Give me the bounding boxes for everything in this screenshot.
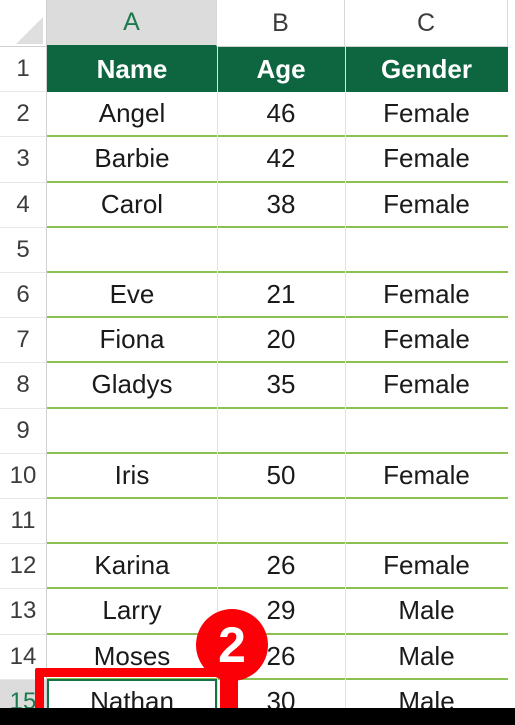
table-row: Angel 46 Female	[47, 92, 508, 138]
cell-B1[interactable]: Age	[217, 47, 345, 92]
cell-B3[interactable]: 42	[217, 137, 345, 180]
row-header-9[interactable]: 9	[0, 408, 47, 454]
cell-A11[interactable]	[47, 499, 217, 542]
table-row: Fiona 20 Female	[47, 318, 508, 364]
row-header-label: 3	[16, 145, 30, 173]
cell-A7[interactable]: Fiona	[47, 318, 217, 361]
annotation-step-badge-label: 2	[218, 617, 246, 673]
row-header-8[interactable]: 8	[0, 363, 47, 409]
row-header-6[interactable]: 6	[0, 273, 47, 319]
select-all-corner[interactable]	[0, 0, 47, 47]
row-header-label: 8	[16, 371, 30, 399]
cell-C3[interactable]: Female	[345, 137, 508, 180]
cell-C11[interactable]	[345, 499, 508, 542]
cell-C4[interactable]: Female	[345, 183, 508, 226]
cell-A3[interactable]: Barbie	[47, 137, 217, 180]
table-header-row: Name Age Gender	[47, 47, 508, 93]
column-header-a-label: A	[123, 8, 140, 36]
cell-B11[interactable]	[217, 499, 345, 542]
cell-C9[interactable]	[345, 409, 508, 452]
table-row: Gladys 35 Female	[47, 363, 508, 409]
row-header-10[interactable]: 10	[0, 453, 47, 499]
cell-C1[interactable]: Gender	[345, 47, 508, 92]
table-row: Barbie 42 Female	[47, 137, 508, 183]
cell-B6[interactable]: 21	[217, 273, 345, 316]
row-header-label: 11	[10, 507, 36, 535]
cell-C6[interactable]: Female	[345, 273, 508, 316]
table-row: Carol 38 Female	[47, 182, 508, 228]
table-row: Eve 21 Female	[47, 273, 508, 319]
cell-A2[interactable]: Angel	[47, 92, 217, 135]
cell-A4[interactable]: Carol	[47, 183, 217, 226]
row-header-7[interactable]: 7	[0, 318, 47, 364]
column-separator-bc	[345, 47, 346, 725]
cell-C13[interactable]: Male	[345, 589, 508, 632]
table-row: Iris 50 Female	[47, 453, 508, 499]
cell-C2[interactable]: Female	[345, 92, 508, 135]
row-header-4[interactable]: 4	[0, 182, 47, 228]
annotation-step-badge: 2	[196, 609, 268, 681]
row-header-label: 13	[9, 597, 37, 625]
spreadsheet-grid: A B C 1 2 3 4 5 6 7 8 9 10 11 12 13 14 15 Name Age Gende…	[0, 0, 515, 725]
cell-B10[interactable]: 50	[217, 454, 345, 497]
column-header-b-label: B	[272, 8, 289, 37]
cell-C10[interactable]: Female	[345, 454, 508, 497]
column-header-strip: A B C	[0, 0, 515, 47]
row-header-11[interactable]: 11	[0, 499, 47, 545]
row-header-label: 6	[16, 281, 30, 309]
cell-B9[interactable]	[217, 409, 345, 452]
row-header-label: 1	[16, 55, 30, 83]
row-header-label: 12	[9, 552, 37, 580]
table-row: Karina 26 Female	[47, 544, 508, 590]
cell-B2[interactable]: 46	[217, 92, 345, 135]
row-header-3[interactable]: 3	[0, 137, 47, 183]
table-row	[47, 499, 508, 545]
row-header-label: 4	[16, 190, 30, 218]
cell-C14[interactable]: Male	[345, 635, 508, 678]
grid-body: Name Age Gender Angel 46 Female Barbie 42 Female…	[47, 47, 508, 725]
cell-B5[interactable]	[217, 228, 345, 271]
row-header-5[interactable]: 5	[0, 227, 47, 273]
row-header-label: 9	[16, 416, 30, 444]
cell-B12[interactable]: 26	[217, 544, 345, 587]
row-header-13[interactable]: 13	[0, 589, 47, 635]
row-header-label: 5	[16, 235, 30, 263]
row-header-2[interactable]: 2	[0, 92, 47, 138]
cell-A10[interactable]: Iris	[47, 454, 217, 497]
column-header-a[interactable]: A	[47, 0, 217, 47]
select-all-triangle-icon	[16, 17, 43, 44]
table-row: Larry 29 Male	[47, 589, 508, 635]
column-header-c[interactable]: C	[345, 0, 508, 47]
table-row	[47, 227, 508, 273]
cell-A9[interactable]	[47, 409, 217, 452]
bottom-black-bar	[0, 708, 515, 725]
row-header-label: 7	[16, 326, 30, 354]
cell-C12[interactable]: Female	[345, 544, 508, 587]
cell-C5[interactable]	[345, 228, 508, 271]
cell-A6[interactable]: Eve	[47, 273, 217, 316]
cell-A13[interactable]: Larry	[47, 589, 217, 632]
cell-C8[interactable]: Female	[345, 363, 508, 406]
row-header-label: 10	[9, 461, 37, 489]
row-header-12[interactable]: 12	[0, 544, 47, 590]
cell-A1[interactable]: Name	[47, 47, 217, 92]
cell-B4[interactable]: 38	[217, 183, 345, 226]
row-header-label: 2	[16, 100, 30, 128]
cell-B7[interactable]: 20	[217, 318, 345, 361]
cell-A8[interactable]: Gladys	[47, 363, 217, 406]
row-header-1[interactable]: 1	[0, 47, 47, 93]
column-header-b[interactable]: B	[217, 0, 345, 47]
table-row	[47, 408, 508, 454]
row-header-label: 14	[9, 642, 37, 670]
cell-A5[interactable]	[47, 228, 217, 271]
cell-C7[interactable]: Female	[345, 318, 508, 361]
cell-B8[interactable]: 35	[217, 363, 345, 406]
column-header-c-label: C	[416, 8, 436, 37]
cell-A12[interactable]: Karina	[47, 544, 217, 587]
